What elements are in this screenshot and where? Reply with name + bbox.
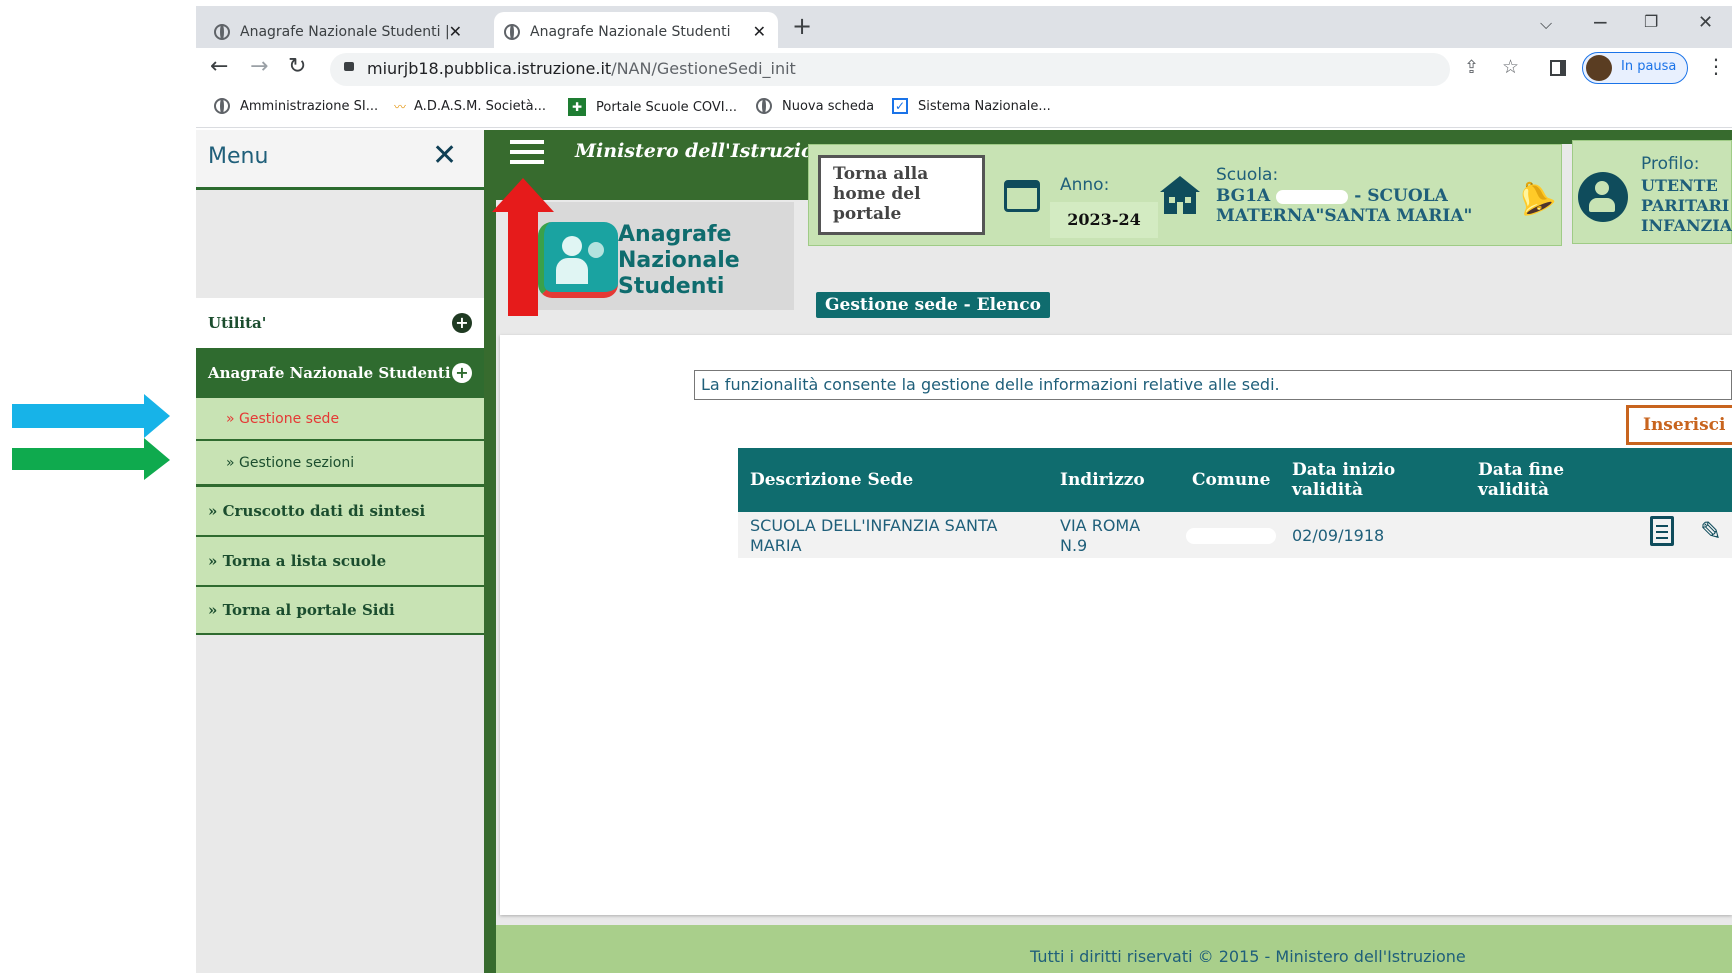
side-panel-icon[interactable] bbox=[1550, 60, 1566, 76]
home-portal-button[interactable]: Torna alla home del portale bbox=[818, 155, 985, 235]
tab-search-icon[interactable]: ⌵ bbox=[1540, 14, 1552, 34]
content-panel bbox=[500, 335, 1732, 915]
anno-label: Anno: bbox=[1060, 175, 1110, 195]
bookmark-adasm[interactable]: 〰 A.D.A.S.M. Società... bbox=[394, 98, 546, 115]
scuola-value: BG1A - SCUOLA MATERNA"SANTA MARIA" bbox=[1216, 186, 1473, 226]
puzzle-icon: ✚ bbox=[568, 98, 586, 116]
address-bar[interactable]: miurjb18.pubblica.istruzione.it/NAN/Gest… bbox=[330, 53, 1519, 86]
footer: Tutti i diritti riservati © 2015 - Minis… bbox=[496, 925, 1732, 973]
sidebar-item-gestione-sezioni[interactable]: » Gestione sezioni bbox=[196, 441, 484, 487]
lock-icon bbox=[344, 62, 354, 71]
sidebar-item-gestione-sede[interactable]: » Gestione sede bbox=[196, 398, 484, 441]
new-tab-button[interactable]: + bbox=[792, 12, 812, 40]
column-comune[interactable]: Comune bbox=[1192, 470, 1270, 490]
profilo-label: Profilo: bbox=[1641, 154, 1700, 174]
bookmark-nuova-scheda[interactable]: Nuova scheda bbox=[756, 98, 874, 114]
bookmark-portale-scuole[interactable]: ✚ Portale Scuole COVI... bbox=[568, 98, 737, 116]
school-icon bbox=[1160, 176, 1200, 214]
user-profile-icon bbox=[1578, 172, 1628, 222]
bookmark-star-icon[interactable]: ☆ bbox=[1502, 56, 1519, 78]
share-icon[interactable]: ⇪ bbox=[1464, 57, 1479, 78]
close-tab-icon[interactable]: ✕ bbox=[449, 22, 462, 41]
redacted-block bbox=[1276, 189, 1349, 204]
sidebar-item-torna-portale-sidi[interactable]: » Torna al portale Sidi bbox=[196, 587, 484, 635]
green-arrow bbox=[12, 438, 170, 480]
cell-comune-redacted bbox=[1186, 528, 1276, 544]
logo-text: Anagrafe Nazionale Studenti bbox=[618, 222, 740, 299]
scuola-label: Scuola: bbox=[1216, 165, 1279, 185]
close-window-icon[interactable]: ✕ bbox=[1698, 12, 1713, 33]
restore-icon[interactable]: ❐ bbox=[1644, 12, 1658, 31]
sedi-table: Descrizione Sede Indirizzo Comune Data i… bbox=[738, 448, 1732, 558]
bookmark-sistema-nazionale[interactable]: ✓ Sistema Nazionale... bbox=[892, 98, 1051, 114]
sidebar-item-cruscotto[interactable]: » Cruscotto dati di sintesi bbox=[196, 487, 484, 537]
forward-icon[interactable]: → bbox=[250, 54, 268, 79]
bookmarks-bar: Amministrazione SI... 〰 A.D.A.S.M. Societ… bbox=[196, 90, 1732, 128]
footer-text: Tutti i diritti riservati © 2015 - Minis… bbox=[1030, 947, 1466, 966]
close-tab-icon[interactable]: ✕ bbox=[753, 22, 766, 41]
annotation-arrows bbox=[12, 394, 170, 480]
globe-icon bbox=[214, 98, 230, 114]
sidebar-item-utilita[interactable]: Utilita' + bbox=[196, 298, 484, 348]
ministry-title: Ministero dell'Istruzione bbox=[575, 140, 840, 162]
cell-descrizione: SCUOLA DELL'INFANZIA SANTA MARIA bbox=[750, 516, 998, 555]
column-descrizione[interactable]: Descrizione Sede bbox=[750, 470, 913, 490]
insert-sede-button[interactable]: Inserisci s bbox=[1626, 405, 1732, 445]
check-icon: ✓ bbox=[892, 98, 908, 114]
browser-tab-1[interactable]: Anagrafe Nazionale Studenti | Sc ✕ bbox=[204, 12, 474, 52]
document-icon[interactable] bbox=[1650, 516, 1674, 546]
chart-icon: 〰 bbox=[394, 100, 407, 114]
globe-icon bbox=[756, 98, 772, 114]
globe-icon bbox=[214, 24, 230, 40]
back-icon[interactable]: ← bbox=[210, 54, 228, 79]
column-data-inizio[interactable]: Data inizio validità bbox=[1292, 460, 1422, 500]
browser-tab-2-active[interactable]: Anagrafe Nazionale Studenti | ✕ bbox=[494, 12, 778, 52]
more-options-icon[interactable]: ⋮ bbox=[1706, 54, 1726, 78]
sidebar-title: Menu bbox=[208, 144, 269, 169]
minimize-icon[interactable]: − bbox=[1592, 10, 1609, 34]
sidebar-item-torna-lista-scuole[interactable]: » Torna a lista scuole bbox=[196, 537, 484, 587]
hamburger-menu-icon[interactable] bbox=[510, 140, 544, 166]
avatar bbox=[1586, 55, 1612, 81]
reload-icon[interactable]: ↻ bbox=[288, 54, 306, 79]
anagrafe-logo: Anagrafe Nazionale Studenti bbox=[532, 202, 794, 310]
plus-circle-icon[interactable]: + bbox=[452, 313, 472, 333]
cell-indirizzo: VIA ROMA N.9 bbox=[1060, 516, 1141, 555]
red-up-arrow bbox=[492, 178, 554, 316]
anno-value: 2023-24 bbox=[1050, 202, 1158, 238]
profilo-value: UTENTE PARITARI INFANZIA bbox=[1641, 176, 1732, 235]
column-indirizzo[interactable]: Indirizzo bbox=[1060, 470, 1145, 490]
globe-icon bbox=[504, 24, 520, 40]
close-menu-icon[interactable]: ✕ bbox=[432, 138, 457, 173]
column-data-fine[interactable]: Data fine validità bbox=[1478, 460, 1588, 500]
bookmark-amministrazione[interactable]: Amministrazione SI... bbox=[214, 98, 378, 114]
page-title: Gestione sede - Elenco bbox=[816, 292, 1050, 318]
calendar-icon bbox=[1004, 176, 1044, 214]
edit-icon[interactable]: ✎ bbox=[1700, 518, 1722, 546]
plus-circle-icon[interactable]: + bbox=[452, 363, 472, 383]
sidebar-item-anagrafe[interactable]: Anagrafe Nazionale Studenti + bbox=[196, 348, 484, 398]
blue-arrow bbox=[12, 394, 170, 438]
table-row: SCUOLA DELL'INFANZIA SANTA MARIA VIA ROM… bbox=[738, 512, 1732, 558]
sidebar-header: Menu ✕ bbox=[196, 130, 484, 190]
browser-tab-bar: Anagrafe Nazionale Studenti | Sc ✕ Anagr… bbox=[196, 6, 1732, 52]
profile-button[interactable]: In pausa bbox=[1582, 52, 1688, 84]
cell-data-inizio: 02/09/1918 bbox=[1292, 526, 1385, 545]
info-message: La funzionalità consente la gestione del… bbox=[694, 370, 1732, 400]
